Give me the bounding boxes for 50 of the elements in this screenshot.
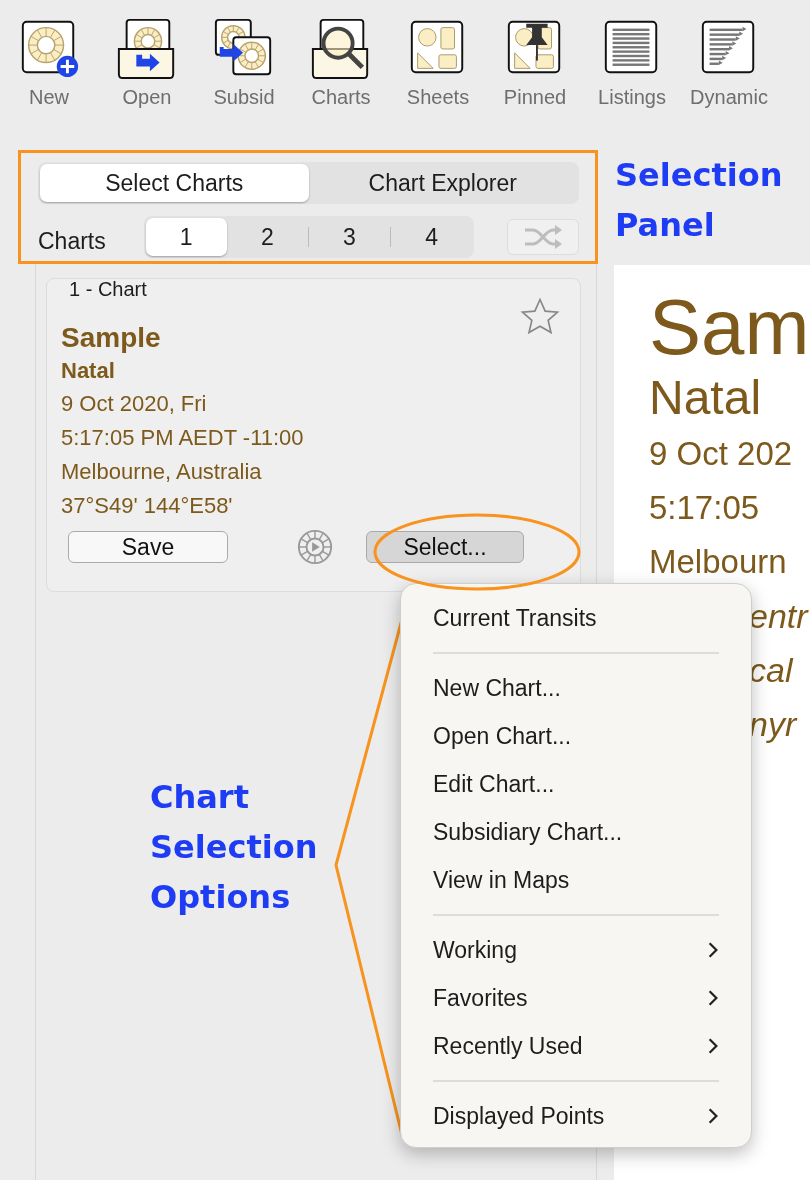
- chart-slot-tab[interactable]: 2: [226, 218, 308, 256]
- annotation-label: Selection Panel: [615, 155, 784, 246]
- save-button[interactable]: Save: [68, 531, 228, 563]
- toolbar-listings-button[interactable]: Listings: [584, 16, 680, 128]
- star-icon[interactable]: [520, 297, 560, 337]
- chart-slot-tab[interactable]: 3: [308, 218, 391, 256]
- chart-detail: 9 Oct 2020, Fri: [61, 390, 208, 418]
- menu-item[interactable]: Displayed Points: [401, 1092, 751, 1140]
- chart-detail: 5:17:05: [649, 488, 761, 528]
- chevron-icon: [707, 989, 719, 1007]
- chart-type: Natal: [61, 357, 116, 385]
- chart-name: Sample: [61, 321, 162, 355]
- menu-item[interactable]: Edit Chart...: [401, 760, 751, 808]
- chart-slot-tab[interactable]: 4: [391, 218, 473, 256]
- toolbar-new-button[interactable]: New: [0, 16, 98, 128]
- tab[interactable]: Select Charts: [40, 164, 309, 202]
- chart-detail: entr: [748, 596, 810, 637]
- chart-detail: 9 Oct 202: [649, 434, 794, 474]
- toolbar-sheets-button[interactable]: Sheets: [390, 16, 486, 128]
- chart-detail: 37°S49' 144°E58': [61, 492, 234, 520]
- menu-item[interactable]: Subsidiary Chart...: [401, 808, 751, 856]
- select-button[interactable]: Select...: [366, 531, 524, 563]
- chart-slot-tab[interactable]: 1: [145, 218, 227, 256]
- chart-subtitle: Natal: [649, 370, 763, 426]
- toolbar-subsid-button[interactable]: Subsid: [196, 16, 292, 128]
- wheel-play-icon[interactable]: [296, 528, 334, 566]
- charts-label: Charts: [38, 227, 107, 255]
- chart-detail: 5:17:05 PM AEDT -11:00: [61, 424, 305, 452]
- chevron-icon: [707, 1107, 719, 1125]
- menu-item[interactable]: Open Chart...: [401, 712, 751, 760]
- chart-title: Sam: [649, 285, 810, 369]
- menu-item[interactable]: Recently Used: [401, 1022, 751, 1070]
- menu-item[interactable]: Favorites: [401, 974, 751, 1022]
- shuffle-icon: [523, 225, 564, 249]
- tab[interactable]: Chart Explorer: [308, 164, 577, 202]
- annotation-label: Chart Selection Options: [150, 777, 319, 918]
- menu-item[interactable]: New Chart...: [401, 664, 751, 712]
- chart-detail: nyr: [748, 704, 799, 745]
- toolbar-open-button[interactable]: Open: [99, 16, 195, 128]
- chevron-icon: [707, 1037, 719, 1055]
- menu-item[interactable]: Current Transits: [401, 594, 751, 642]
- chevron-icon: [707, 941, 719, 959]
- toolbar-pinned-button[interactable]: Pinned: [487, 16, 583, 128]
- chart-detail: Melbourn: [649, 542, 788, 582]
- toolbar-charts-button[interactable]: Charts: [293, 16, 389, 128]
- menu-item[interactable]: Working: [401, 926, 751, 974]
- toolbar-dynamic-button[interactable]: Dynamic: [681, 16, 777, 128]
- card-header: 1 - Chart: [68, 279, 148, 299]
- menu-item[interactable]: View in Maps: [401, 856, 751, 904]
- chart-detail: Melbourne, Australia: [61, 458, 263, 486]
